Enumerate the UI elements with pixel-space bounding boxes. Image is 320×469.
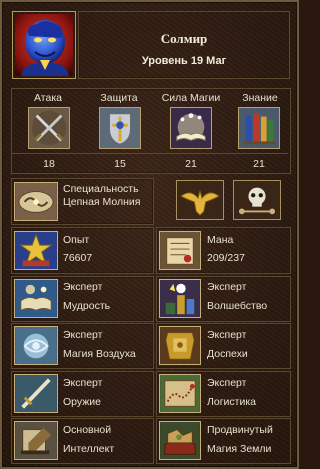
secondary-skill-3-name: Магия Воздуха [63, 348, 136, 360]
portrait-frame [12, 11, 76, 79]
primary-label-knowledge: Знание [242, 92, 278, 104]
specialty-value: Цепная Молния [63, 196, 141, 208]
hero-level: Уровень 19 Маг [141, 55, 227, 67]
secondary-skill-4-name: Доспехи [207, 348, 248, 360]
secondary-skill-8-name: Магия Земли [207, 443, 272, 455]
defense-value: 15 [114, 158, 126, 170]
spellpower-value: 21 [185, 158, 197, 170]
secondary-skill-4-level: Эксперт [207, 329, 247, 341]
experience-label: Опыт [63, 234, 90, 246]
star-experience-icon [15, 232, 57, 269]
secondary-skill-5[interactable] [14, 374, 58, 413]
earth-magic-icon [160, 422, 200, 459]
genie-portrait-icon [15, 14, 73, 76]
mana-scroll-icon [160, 232, 200, 269]
secondary-skill-6[interactable] [159, 374, 201, 413]
secondary-skill-3[interactable] [14, 326, 58, 365]
skull-luck-icon [234, 181, 280, 219]
air-magic-icon [15, 327, 57, 364]
eagle-morale-icon [177, 181, 223, 219]
secondary-skill-5-name: Оружие [63, 396, 101, 408]
chain-lightning-scroll-icon [15, 183, 57, 220]
specialty-label: Специальность [63, 183, 139, 195]
secondary-skill-1-name: Мудрость [63, 300, 111, 312]
secondary-skill-7-name: Интеллект [63, 443, 115, 455]
intelligence-icon [15, 422, 57, 459]
experience-icon-box[interactable] [14, 231, 58, 270]
secondary-skill-2-name: Волшебство [207, 300, 268, 312]
primary-divider [12, 153, 288, 154]
books-icon [239, 108, 279, 148]
secondary-skill-2-level: Эксперт [207, 281, 247, 293]
hero-portrait[interactable] [15, 14, 73, 76]
mana-value: 209/237 [207, 252, 245, 264]
primary-label-defense: Защита [100, 92, 138, 104]
secondary-skill-4[interactable] [159, 326, 201, 365]
primary-label-attack: Атака [34, 92, 62, 104]
wisdom-icon [15, 280, 57, 317]
morale-indicator[interactable] [176, 180, 224, 220]
secondary-skill-1-level: Эксперт [63, 281, 103, 293]
mana-label: Мана [207, 234, 234, 246]
secondary-skill-7-level: Основной [63, 424, 112, 436]
secondary-skill-6-level: Эксперт [207, 377, 247, 389]
secondary-skill-1[interactable] [14, 279, 58, 318]
crossed-swords-icon [29, 108, 69, 148]
attack-value: 18 [43, 158, 55, 170]
secondary-skill-8-level: Продвинутый [207, 424, 273, 436]
mana-icon-box[interactable] [159, 231, 201, 270]
knowledge-skill[interactable] [238, 107, 280, 149]
secondary-skill-7[interactable] [14, 421, 58, 460]
attack-skill[interactable] [28, 107, 70, 149]
hero-panel: Солмир Уровень 19 Маг Атака Защита Сила … [0, 0, 299, 469]
offense-sword-icon [15, 375, 57, 412]
shield-icon [100, 108, 140, 148]
luck-indicator[interactable] [233, 180, 281, 220]
spellpower-skill[interactable] [170, 107, 212, 149]
experience-value: 76607 [63, 252, 93, 264]
secondary-skill-5-level: Эксперт [63, 377, 103, 389]
defense-skill[interactable] [99, 107, 141, 149]
secondary-skill-2[interactable] [159, 279, 201, 318]
spellbook-icon [171, 108, 211, 148]
sorcery-icon [160, 280, 200, 317]
logistics-map-icon [160, 375, 200, 412]
hero-name: Солмир [160, 31, 208, 46]
primary-label-power: Сила Магии [161, 92, 221, 104]
knowledge-value: 21 [253, 158, 265, 170]
secondary-skill-8[interactable] [159, 421, 201, 460]
specialty-icon-box[interactable] [14, 182, 58, 221]
secondary-skill-3-level: Эксперт [63, 329, 103, 341]
armorer-icon [160, 327, 200, 364]
secondary-skill-6-name: Логистика [207, 396, 257, 408]
